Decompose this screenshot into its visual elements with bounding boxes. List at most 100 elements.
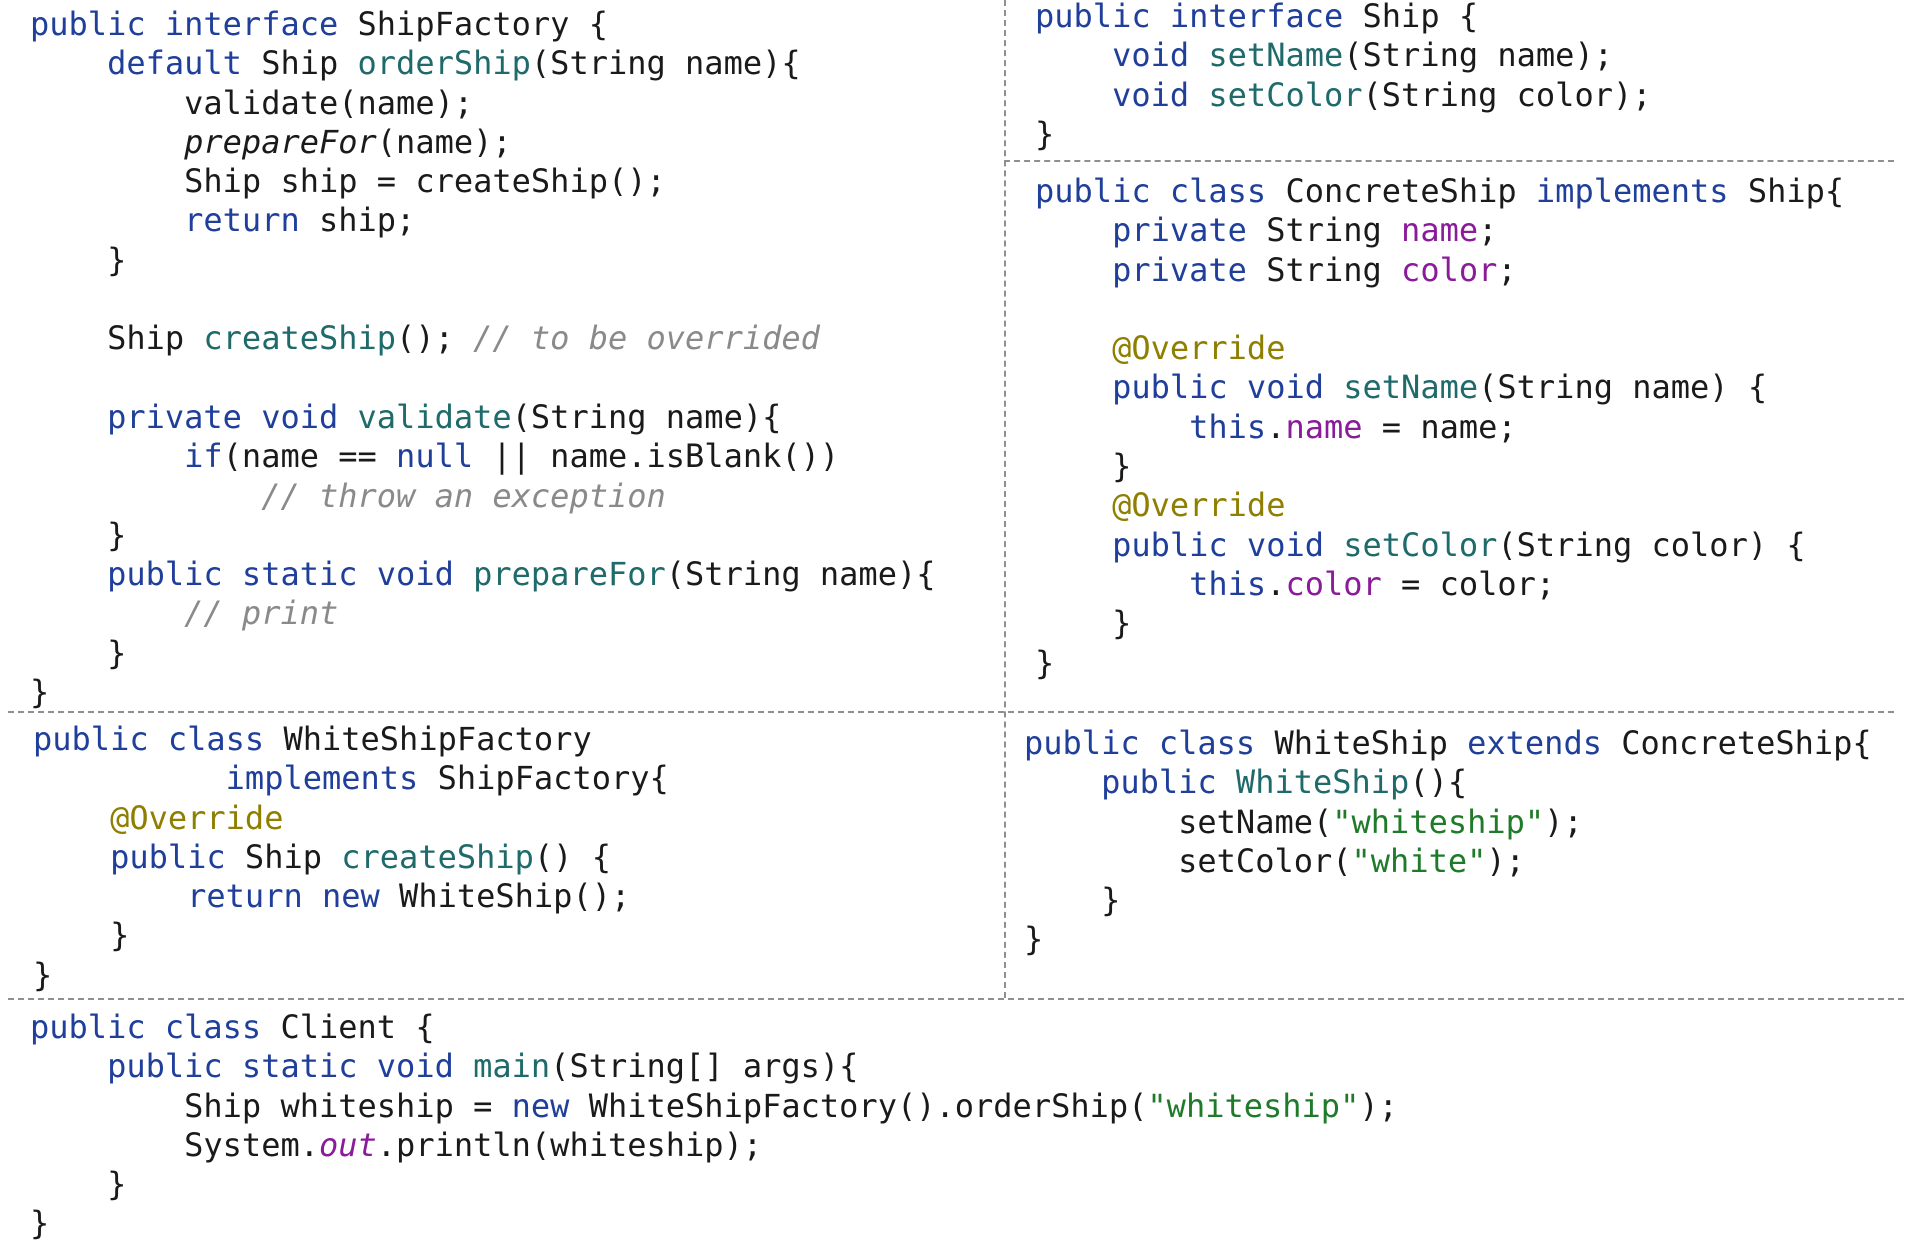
code-token-plain: = color; — [1381, 564, 1556, 603]
code-line: return ship; — [30, 201, 935, 240]
code-token-kw: public class — [1024, 724, 1275, 762]
code-line: setColor("white"); — [1024, 842, 1872, 881]
code-token-fn: setName — [1343, 368, 1479, 407]
code-line: Ship whiteship = new WhiteShipFactory().… — [30, 1087, 1398, 1126]
vertical-divider — [1004, 0, 1006, 998]
code-token-plain: String — [1266, 211, 1402, 250]
code-panel-client: public class Client { public static void… — [30, 1008, 1398, 1244]
code-panel-white-ship: public class WhiteShip extends ConcreteS… — [1024, 724, 1872, 960]
code-line: } — [1035, 604, 1844, 643]
code-token-plain: (String name){ — [665, 555, 936, 594]
code-line: void setName(String name); — [1035, 36, 1652, 75]
code-token-fn: validate — [357, 397, 512, 436]
code-token-ann: @Override — [1112, 486, 1286, 525]
code-line: } — [1035, 644, 1844, 683]
code-line: } — [30, 241, 935, 280]
code-line: System.out.println(whiteship); — [30, 1126, 1398, 1165]
code-token-kw: private — [1112, 250, 1267, 289]
code-token-plain: } — [30, 1165, 127, 1204]
code-token-fn: setName — [1208, 36, 1344, 75]
code-token-kw: this — [1189, 564, 1267, 603]
code-line: @Override — [1035, 486, 1844, 525]
code-token-plain: String — [1266, 250, 1402, 289]
code-line: setName("whiteship"); — [1024, 803, 1872, 842]
code-token-plain: } — [30, 515, 127, 554]
code-token-plain: } — [30, 633, 127, 672]
code-token-plain: Ship — [261, 44, 358, 83]
code-token-plain: } — [1024, 920, 1044, 959]
code-token-field: name — [1285, 407, 1363, 446]
code-token-kw: if — [184, 437, 223, 476]
code-token-plain: } — [33, 955, 53, 994]
code-line: public Ship createShip() { — [33, 838, 669, 877]
code-block: public class Client { public static void… — [30, 1008, 1398, 1244]
code-token-kw: void — [1112, 36, 1209, 75]
code-token-kw: private void — [107, 397, 358, 436]
code-line: public class WhiteShip extends ConcreteS… — [1024, 724, 1872, 763]
code-token-plain: WhiteShipFactory().orderShip( — [588, 1086, 1148, 1125]
code-token-kw: extends — [1467, 724, 1622, 762]
code-token-fn: createShip — [341, 837, 534, 876]
code-line: } — [30, 673, 935, 712]
code-token-fn: createShip — [203, 319, 397, 358]
code-token-ital: prepareFor — [184, 122, 377, 161]
code-token-plain: ship; — [318, 201, 416, 240]
code-token-plain: ConcreteShip{ — [1621, 724, 1872, 762]
code-block: public interface Ship { void setName(Str… — [1035, 0, 1652, 154]
code-token-kw: implements — [225, 759, 438, 798]
code-token-plain: = name; — [1362, 407, 1517, 446]
code-token-plain: Ship { — [1362, 0, 1479, 35]
code-token-kw: public class — [1035, 172, 1286, 210]
horizontal-divider-bottom — [8, 998, 1904, 1000]
code-panel-concrete-ship: public class ConcreteShip implements Shi… — [1035, 172, 1844, 683]
code-token-kw: return new — [187, 877, 400, 916]
code-line: public static void prepareFor(String nam… — [30, 555, 935, 594]
code-line: } — [1035, 115, 1652, 154]
code-line: this.name = name; — [1035, 408, 1844, 447]
code-token-plain: (String name){ — [530, 44, 801, 83]
code-token-plain: } — [1024, 881, 1121, 920]
code-token-plain: || name.isBlank()) — [473, 437, 840, 476]
code-token-kw: null — [396, 437, 474, 476]
code-line: public void setColor(String color) { — [1035, 526, 1844, 565]
code-token-plain: Ship{ — [1747, 172, 1845, 210]
code-line: if(name == null || name.isBlank()) — [30, 437, 935, 476]
code-token-kw: public static void — [107, 555, 474, 594]
code-line: // throw an exception — [30, 477, 935, 516]
code-block: public class WhiteShip extends ConcreteS… — [1024, 724, 1872, 960]
code-token-plain: Ship whiteship = — [30, 1086, 512, 1125]
code-token-plain: } — [1035, 604, 1132, 643]
code-token-plain: . — [1266, 407, 1286, 446]
code-token-kw: private — [1112, 211, 1267, 250]
code-line: @Override — [33, 799, 669, 838]
code-block: public interface ShipFactory { default S… — [30, 5, 935, 712]
code-line: // print — [30, 594, 935, 633]
code-line: private String name; — [1035, 211, 1844, 250]
code-token-plain: } — [1035, 447, 1132, 486]
code-token-field: color — [1285, 564, 1382, 603]
code-token-plain: WhiteShipFactory — [283, 720, 592, 758]
code-line: return new WhiteShip(); — [33, 877, 669, 916]
code-line: public interface Ship { — [1035, 0, 1652, 36]
horizontal-divider-top-right — [1004, 160, 1894, 162]
code-token-plain: validate(name); — [30, 83, 474, 122]
code-line: public class ConcreteShip implements Shi… — [1035, 172, 1844, 211]
code-token-str: "white" — [1351, 841, 1487, 880]
code-token-plain: System. — [30, 1125, 319, 1164]
code-token-plain: (); — [396, 319, 474, 358]
code-token-plain: () { — [533, 837, 611, 876]
code-token-plain: .println(whiteship); — [376, 1125, 763, 1164]
code-token-plain: } — [30, 673, 50, 712]
code-line: } — [1024, 920, 1872, 959]
code-token-plain: setColor( — [1024, 841, 1352, 880]
